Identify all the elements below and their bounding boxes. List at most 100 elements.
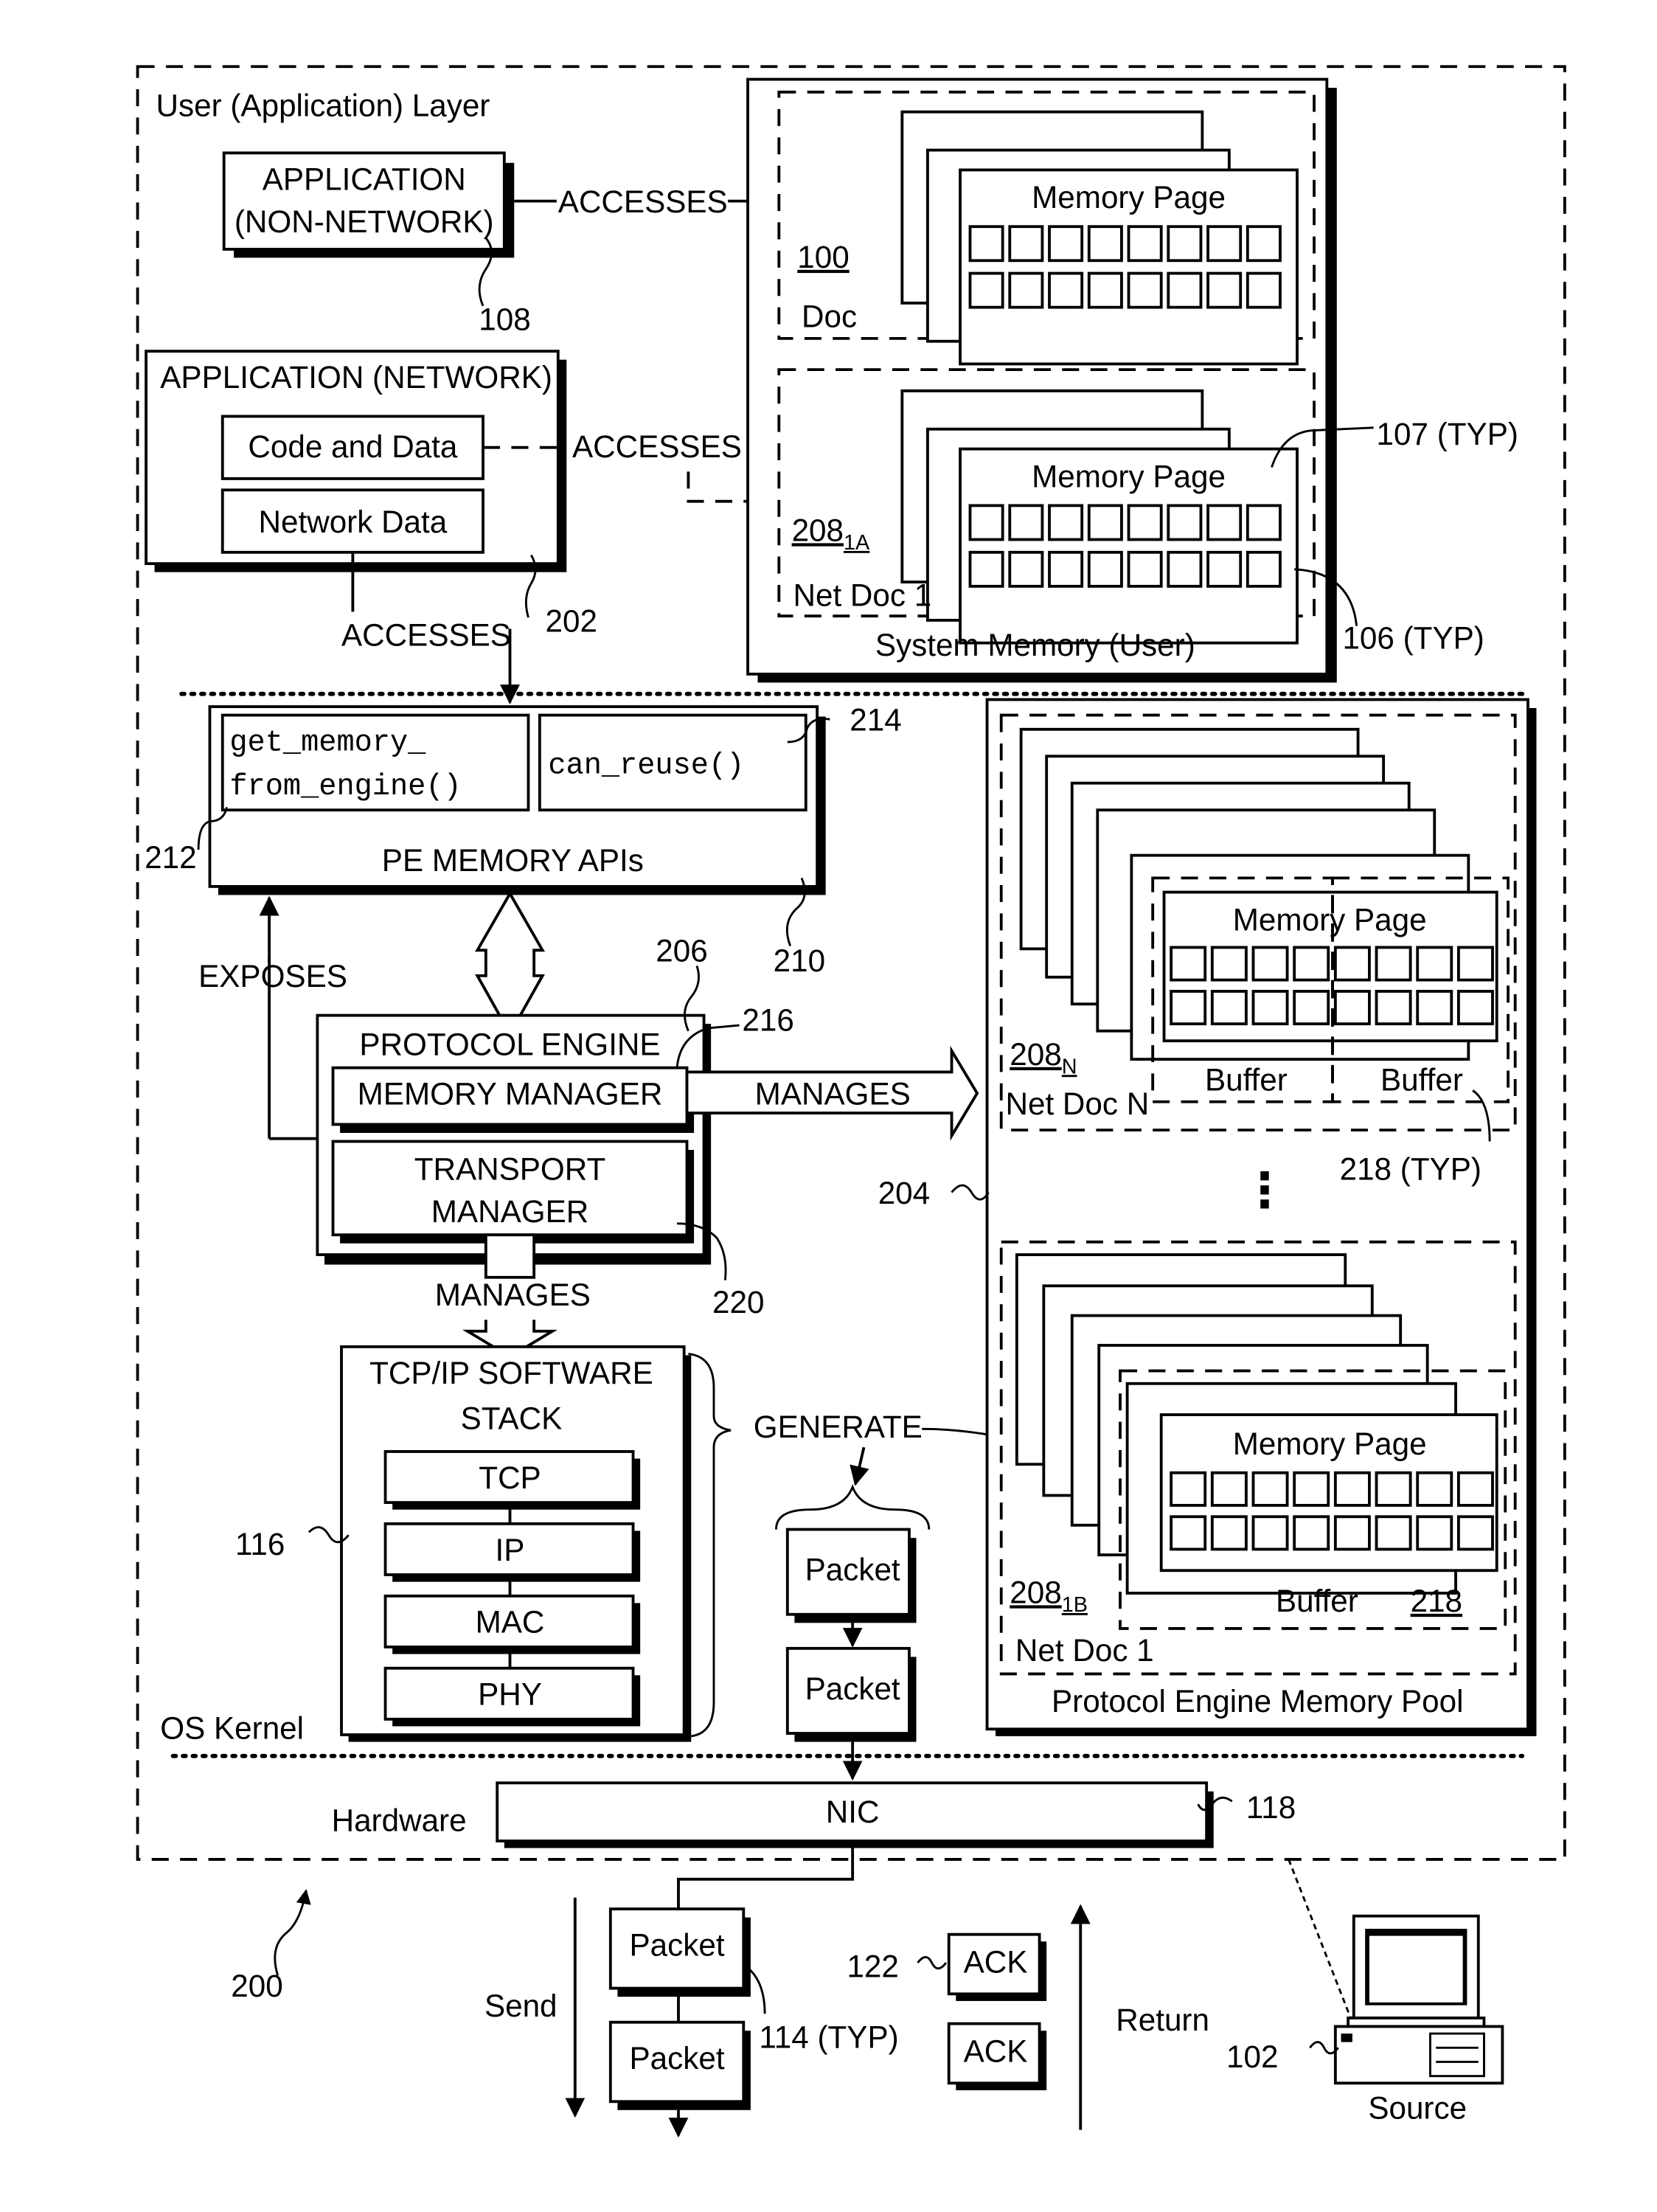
memory-cell bbox=[1210, 1515, 1248, 1551]
generate-brace bbox=[688, 1353, 732, 1738]
memory-cell bbox=[1167, 550, 1203, 588]
memory-cell bbox=[1210, 990, 1248, 1026]
memory-cell bbox=[1087, 550, 1123, 588]
memory-cell bbox=[1251, 1471, 1289, 1507]
api2-label: can_reuse() bbox=[548, 749, 744, 783]
memory-cell bbox=[1127, 550, 1163, 588]
api1-line2: from_engine() bbox=[229, 770, 461, 804]
memory-page-label: Memory Page bbox=[1233, 902, 1427, 937]
ellipsis: ⋮ bbox=[1240, 1163, 1288, 1217]
memory-cell bbox=[1333, 1471, 1371, 1507]
app-non-network-line2: (NON-NETWORK) bbox=[235, 204, 494, 239]
ref-216: 216 bbox=[742, 1003, 793, 1038]
system-memory-user: Memory Page 100 Doc Memory Page 2081A Ne… bbox=[746, 77, 1337, 683]
ref-206: 206 bbox=[656, 934, 707, 968]
return-label: Return bbox=[1116, 2003, 1209, 2037]
memory-cell bbox=[1127, 225, 1163, 263]
tcpip-layer-label: TCP bbox=[479, 1460, 541, 1495]
bidirectional-arrow bbox=[475, 890, 545, 1037]
protocol-engine-memory-pool: Memory Page Buffer Buffer 208N Net Doc N… bbox=[985, 698, 1537, 1736]
pe-memory-apis[interactable]: get_memory_ from_engine() can_reuse() PE… bbox=[208, 705, 826, 895]
memory-cell bbox=[1170, 1471, 1207, 1507]
code-and-data-label: Code and Data bbox=[248, 429, 458, 464]
patent-diagram: User (Application) Layer OS Kernel Hardw… bbox=[136, 65, 1566, 2138]
memory-cell bbox=[1293, 1515, 1330, 1551]
ref-118: 118 bbox=[1246, 1790, 1296, 1825]
generate-label: GENERATE bbox=[754, 1410, 923, 1444]
network-data-label: Network Data bbox=[259, 505, 448, 539]
memory-cell bbox=[1246, 225, 1282, 263]
packet-label: Packet bbox=[805, 1553, 900, 1587]
exposes-label: EXPOSES bbox=[198, 959, 347, 994]
app-network[interactable]: APPLICATION (NETWORK) Code and Data Netw… bbox=[145, 350, 567, 572]
buffer-label: Buffer bbox=[1380, 1062, 1463, 1097]
tcpip-stack[interactable]: TCP/IP SOFTWARE STACK TCP IP MAC PHY bbox=[340, 1345, 692, 1742]
memory-page-label: Memory Page bbox=[1032, 459, 1226, 493]
memory-cell bbox=[1008, 271, 1044, 309]
app-non-network-line1: APPLICATION bbox=[263, 162, 466, 196]
memory-cell bbox=[1170, 1515, 1207, 1551]
packets-brace bbox=[775, 1483, 931, 1530]
memory-cell bbox=[1246, 271, 1282, 309]
nic-label: NIC bbox=[826, 1795, 880, 1829]
memory-cell bbox=[1375, 1471, 1412, 1507]
pool-caption: Protocol Engine Memory Pool bbox=[1052, 1684, 1464, 1719]
app-network-title: APPLICATION (NETWORK) bbox=[160, 360, 552, 395]
memory-cell bbox=[1048, 504, 1084, 541]
memory-cell bbox=[1333, 1515, 1371, 1551]
net-doc-1-label: Net Doc 1 bbox=[793, 578, 932, 613]
memory-cell bbox=[1456, 1515, 1494, 1551]
memory-cell bbox=[968, 550, 1004, 588]
sent-packet-1[interactable]: Packet bbox=[608, 1907, 751, 1997]
memory-cell bbox=[1416, 1471, 1453, 1507]
app-non-network[interactable]: APPLICATION (NON-NETWORK) bbox=[222, 151, 515, 258]
hardware-label: Hardware bbox=[332, 1803, 467, 1838]
ref-106: 106 (TYP) bbox=[1342, 620, 1484, 655]
ref-210: 210 bbox=[774, 943, 825, 978]
memory-cell bbox=[1416, 990, 1453, 1026]
memory-cell bbox=[1251, 1515, 1289, 1551]
memory-cell bbox=[1167, 504, 1203, 541]
memory-cell bbox=[1008, 550, 1044, 588]
memory-cell bbox=[1206, 271, 1243, 309]
user-layer-label: User (Application) Layer bbox=[156, 88, 490, 122]
ref-108: 108 bbox=[479, 302, 530, 336]
memory-cell bbox=[1416, 1515, 1453, 1551]
ref-102: 102 bbox=[1226, 2039, 1278, 2074]
leader-122 bbox=[917, 1955, 948, 1970]
generate-arrow bbox=[850, 1446, 869, 1486]
memory-cell bbox=[1375, 946, 1412, 982]
source-computer-icon[interactable] bbox=[1333, 1914, 1504, 2085]
memory-cell bbox=[1251, 946, 1289, 982]
packet-label: Packet bbox=[630, 2041, 725, 2076]
protocol-engine[interactable]: PROTOCOL ENGINE MEMORY MANAGER TRANSPORT… bbox=[316, 1013, 712, 1265]
sent-packet-2[interactable]: Packet bbox=[608, 2020, 751, 2110]
ack-2[interactable]: ACK bbox=[947, 2022, 1047, 2090]
transport-manager-line1: TRANSPORT bbox=[414, 1151, 606, 1186]
memory-cell bbox=[1293, 946, 1330, 982]
ref-107: 107 (TYP) bbox=[1377, 417, 1518, 451]
api1-line1: get_memory_ bbox=[229, 727, 426, 760]
os-kernel-label: OS Kernel bbox=[160, 1711, 304, 1746]
memory-cell bbox=[1206, 225, 1243, 263]
memory-cell bbox=[1087, 225, 1123, 263]
memory-cell bbox=[1127, 271, 1163, 309]
ref-114: 114 (TYP) bbox=[759, 2019, 898, 2054]
tcpip-title-line1: TCP/IP SOFTWARE bbox=[369, 1356, 653, 1390]
manages-memory-label: MANAGES bbox=[755, 1077, 911, 1112]
protocol-engine-title: PROTOCOL ENGINE bbox=[359, 1027, 660, 1061]
doc-label: Doc bbox=[802, 299, 857, 334]
source-label: Source bbox=[1368, 2090, 1467, 2125]
ack-1[interactable]: ACK bbox=[947, 1932, 1047, 2001]
memory-page-label: Memory Page bbox=[1032, 180, 1226, 215]
packet-label: Packet bbox=[630, 1927, 725, 1962]
ref-214: 214 bbox=[850, 703, 901, 738]
ref-122: 122 bbox=[847, 1949, 898, 1983]
generated-packet-1[interactable]: Packet bbox=[785, 1528, 917, 1623]
memory-cell bbox=[1048, 550, 1084, 588]
memory-cell bbox=[1246, 550, 1282, 588]
nic-to-packet-line bbox=[677, 1840, 855, 1910]
memory-cell bbox=[1456, 990, 1494, 1026]
nic[interactable]: NIC bbox=[496, 1781, 1214, 1848]
generated-packet-2[interactable]: Packet bbox=[785, 1646, 917, 1742]
